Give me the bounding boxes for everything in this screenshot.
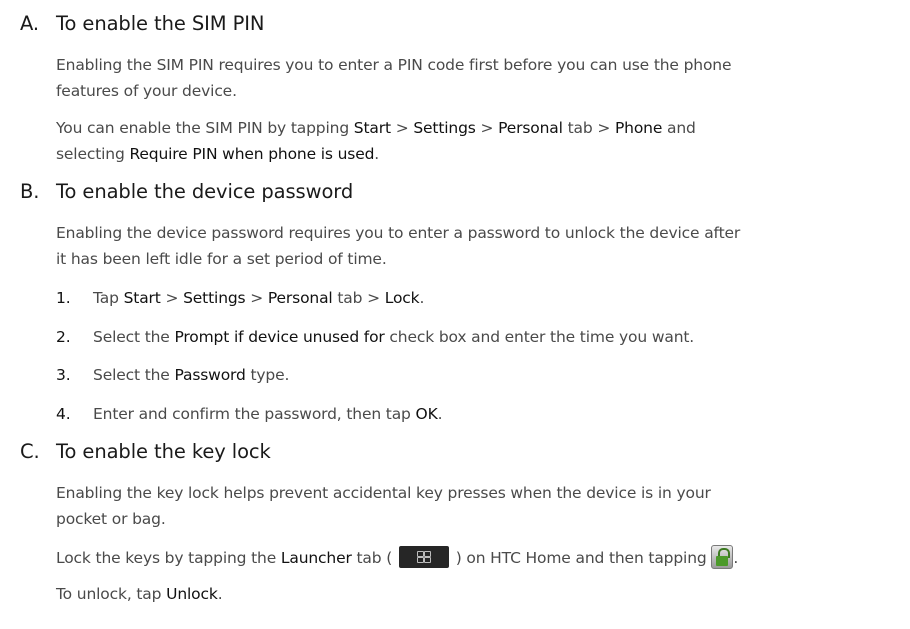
ui-term: OK bbox=[415, 405, 438, 423]
section-letter: C. bbox=[20, 440, 40, 463]
text-run: . bbox=[733, 549, 739, 567]
section-c-intro-line-1: Enabling the key lock helps prevent acci… bbox=[56, 484, 711, 502]
text-run: tab > bbox=[562, 119, 615, 137]
text-run: . bbox=[217, 585, 223, 603]
text-run: type. bbox=[245, 366, 290, 384]
section-c-intro-line-2: pocket or bag. bbox=[56, 510, 166, 528]
section-title: To enable the SIM PIN bbox=[56, 12, 265, 35]
text-run: . bbox=[374, 145, 380, 163]
section-a-intro-line-2: features of your device. bbox=[56, 82, 237, 100]
step-number: 4. bbox=[56, 405, 71, 423]
launcher-tab-icon bbox=[398, 546, 449, 568]
section-b-intro-line-1: Enabling the device password requires yo… bbox=[56, 224, 741, 242]
text-run: Tap bbox=[93, 289, 124, 307]
text-run: > bbox=[475, 119, 499, 137]
text-run: tab ( bbox=[351, 549, 397, 567]
step-number: 1. bbox=[56, 289, 71, 307]
ui-term: Require PIN when phone is used bbox=[129, 145, 375, 163]
text-run: You can enable the SIM PIN by tapping bbox=[56, 119, 354, 137]
section-a-heading: A. To enable the SIM PIN bbox=[20, 12, 264, 35]
ui-term: Launcher bbox=[280, 549, 352, 567]
ui-term: Start bbox=[123, 289, 161, 307]
manual-page: A. To enable the SIM PIN Enabling the SIM… bbox=[0, 0, 910, 629]
text-run: > bbox=[245, 289, 268, 307]
section-title: To enable the device password bbox=[56, 180, 354, 203]
ui-term: Prompt if device unused for bbox=[174, 328, 385, 346]
text-run: > bbox=[160, 289, 184, 307]
ui-term: Personal bbox=[498, 119, 563, 137]
step-number: 2. bbox=[56, 328, 71, 346]
text-run: . bbox=[437, 405, 443, 423]
section-letter: A. bbox=[20, 12, 39, 35]
step-1: 1. Tap Start > Settings > Personal tab > … bbox=[56, 285, 424, 311]
ui-term: Personal bbox=[267, 289, 333, 307]
ui-term: Phone bbox=[614, 119, 663, 137]
ui-term: Start bbox=[353, 119, 391, 137]
section-b-heading: B. To enable the device password bbox=[20, 180, 353, 203]
section-a-intro-line-1: Enabling the SIM PIN requires you to ent… bbox=[56, 56, 732, 74]
step-number: 3. bbox=[56, 366, 71, 384]
text-run: Enter and confirm the password, then tap bbox=[93, 405, 416, 423]
step-4: 4. Enter and confirm the password, then t… bbox=[56, 401, 443, 427]
text-run: Select the bbox=[93, 328, 175, 346]
text-run: Select the bbox=[93, 366, 175, 384]
text-run: tab > bbox=[332, 289, 385, 307]
ui-term: Password bbox=[174, 366, 246, 384]
lock-icon bbox=[711, 545, 734, 569]
section-a-paragraph-2: You can enable the SIM PIN by tapping St… bbox=[56, 115, 696, 141]
ui-term: Lock bbox=[384, 289, 420, 307]
text-run: Lock the keys by tapping the bbox=[56, 549, 281, 567]
ui-term: Unlock bbox=[166, 585, 218, 603]
section-c-heading: C. To enable the key lock bbox=[20, 440, 271, 463]
section-b-intro-line-2: it has been left idle for a set period o… bbox=[56, 250, 387, 268]
text-run: To unlock, tap bbox=[56, 585, 167, 603]
step-2: 2. Select the Prompt if device unused for… bbox=[56, 324, 694, 350]
section-title: To enable the key lock bbox=[56, 440, 271, 463]
step-3: 3. Select the Password type. bbox=[56, 362, 289, 388]
grid-icon bbox=[416, 551, 431, 563]
section-c-lock-instruction: Lock the keys by tapping the Launcher ta… bbox=[56, 545, 738, 571]
text-run: and bbox=[662, 119, 696, 137]
text-run: check box and enter the time you want. bbox=[384, 328, 695, 346]
text-run: . bbox=[419, 289, 425, 307]
section-c-unlock-instruction: To unlock, tap Unlock. bbox=[56, 581, 223, 607]
ui-term: Settings bbox=[413, 119, 476, 137]
text-run: ) on HTC Home and then tapping bbox=[450, 549, 712, 567]
section-a-paragraph-3: selecting Require PIN when phone is used… bbox=[56, 141, 379, 167]
text-run: selecting bbox=[56, 145, 130, 163]
section-letter: B. bbox=[20, 180, 40, 203]
text-run: > bbox=[390, 119, 414, 137]
ui-term: Settings bbox=[183, 289, 246, 307]
